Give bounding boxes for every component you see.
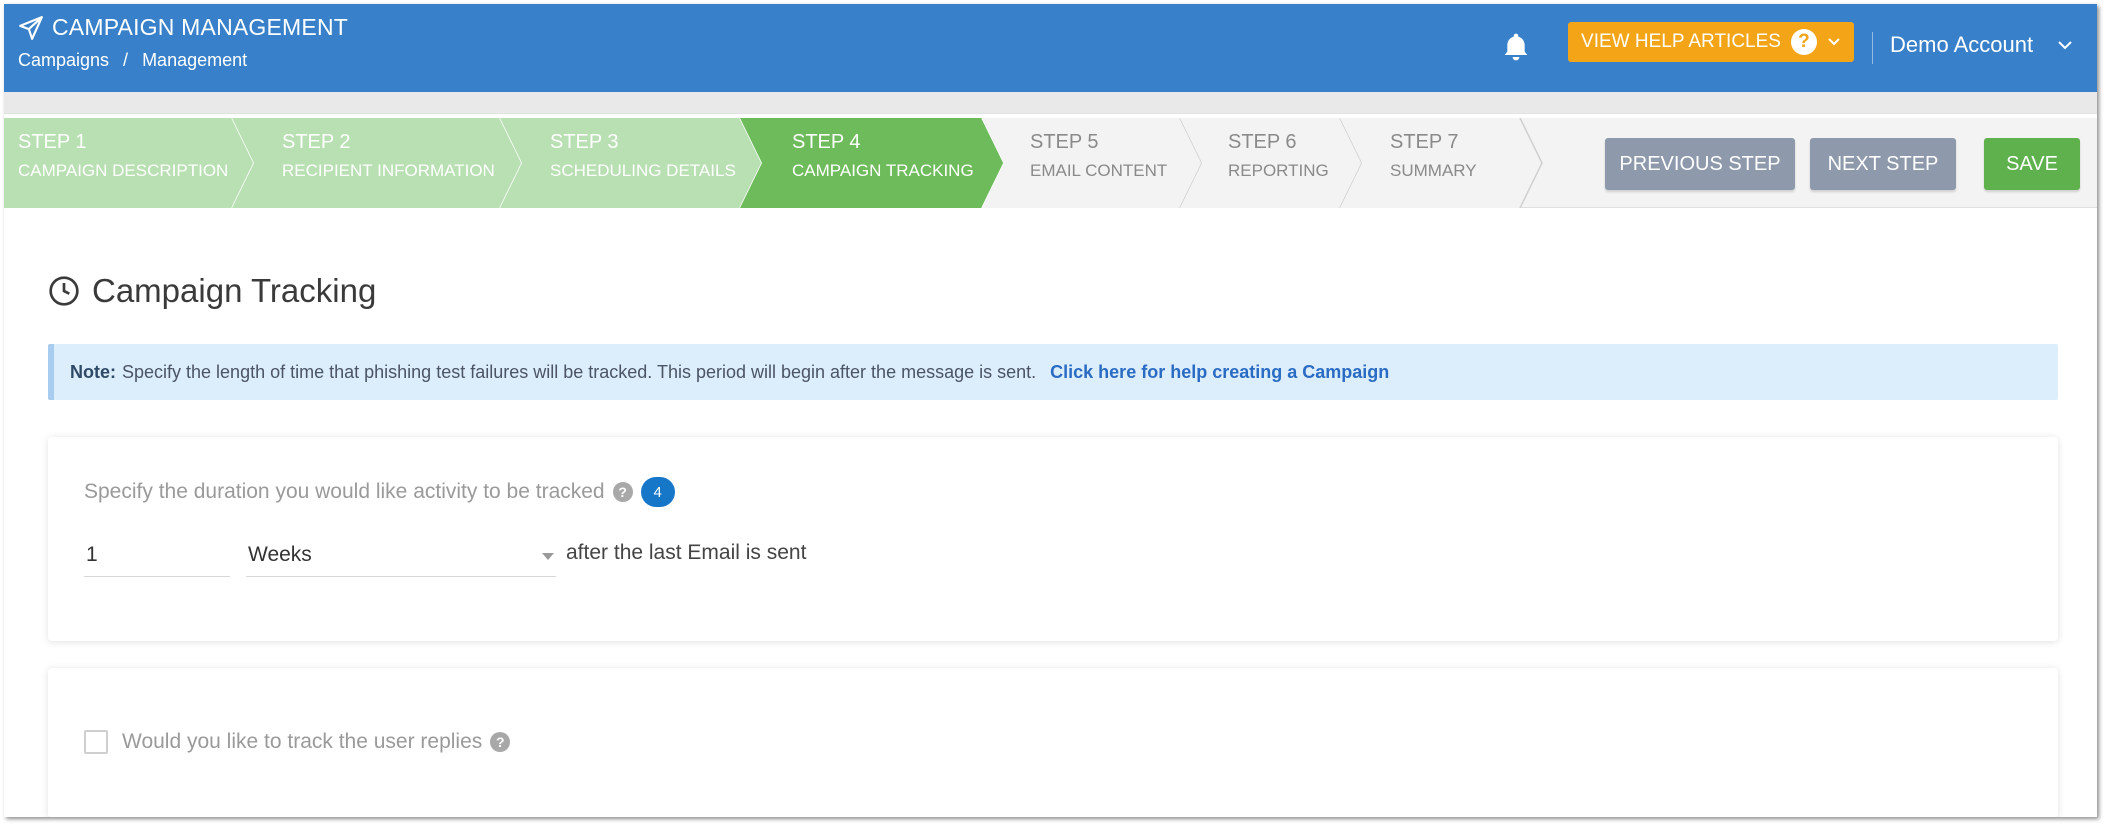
tracking-duration-card: Specify the duration you would like acti…	[48, 437, 2058, 641]
tracking-duration-label: Specify the duration you would like acti…	[84, 480, 605, 503]
step-1[interactable]: STEP 1 CAMPAIGN DESCRIPTION	[18, 132, 228, 179]
step-name: RECIPIENT INFORMATION	[282, 161, 495, 180]
step-5[interactable]: STEP 5 EMAIL CONTENT	[1030, 132, 1167, 179]
step-name: CAMPAIGN TRACKING	[792, 161, 974, 180]
paper-plane-icon	[19, 15, 43, 40]
note-text: Specify the length of time that phishing…	[122, 361, 1037, 382]
step-7[interactable]: STEP 7 SUMMARY	[1390, 132, 1477, 179]
note-label: Note:	[70, 361, 116, 382]
help-creating-campaign-link[interactable]: Click here for help creating a Campaign	[1050, 362, 1389, 383]
track-replies-label: Would you like to track the user replies	[122, 730, 483, 753]
step-number: STEP 3	[550, 131, 619, 153]
breadcrumb-separator: /	[123, 50, 129, 70]
help-button-label: VIEW HELP ARTICLES	[1581, 31, 1781, 52]
info-note: Note: Specify the length of time that ph…	[48, 344, 2058, 400]
app-window: CAMPAIGN MANAGEMENT Campaigns / Manageme…	[4, 4, 2097, 817]
page-title-text: Campaign Tracking	[92, 272, 377, 309]
bell-icon[interactable]	[1500, 30, 1532, 64]
next-step-button[interactable]: NEXT STEP	[1810, 138, 1956, 190]
step-number: STEP 7	[1390, 131, 1459, 153]
step-number: STEP 1	[18, 131, 87, 153]
step-number: STEP 5	[1030, 131, 1099, 153]
duration-unit-value: Weeks	[248, 542, 312, 566]
caret-down-icon	[542, 553, 554, 560]
step-name: REPORTING	[1228, 161, 1329, 180]
page-title: Campaign Tracking	[48, 272, 376, 310]
step-name: CAMPAIGN DESCRIPTION	[18, 161, 229, 180]
chevron-down-icon	[1828, 38, 1840, 46]
tracking-duration-question: Specify the duration you would like acti…	[84, 477, 675, 507]
app-title-text: CAMPAIGN MANAGEMENT	[52, 14, 349, 40]
duration-unit-select[interactable]: Weeks	[246, 533, 556, 577]
step-3[interactable]: STEP 3 SCHEDULING DETAILS	[550, 132, 736, 179]
step-name: EMAIL CONTENT	[1030, 161, 1168, 180]
step-number: STEP 6	[1228, 131, 1297, 153]
question-circle-icon: ?	[1790, 29, 1817, 55]
duration-suffix: after the last Email is sent	[566, 541, 807, 564]
account-name: Demo Account	[1890, 32, 2034, 57]
question-circle-icon[interactable]: ?	[612, 482, 633, 502]
step-name: SCHEDULING DETAILS	[550, 161, 736, 180]
chevron-down-icon	[2058, 41, 2072, 50]
clock-icon	[49, 276, 79, 306]
top-header: CAMPAIGN MANAGEMENT Campaigns / Manageme…	[4, 4, 2097, 92]
track-replies-card: Would you like to track the user replies…	[48, 668, 2058, 817]
header-strip	[4, 92, 2097, 114]
header-divider	[1872, 32, 1873, 64]
step-number: STEP 2	[282, 131, 351, 153]
step-4[interactable]: STEP 4 CAMPAIGN TRACKING	[792, 132, 974, 179]
save-button[interactable]: SAVE	[1984, 138, 2080, 190]
breadcrumb-campaigns[interactable]: Campaigns	[18, 50, 109, 71]
step-name: SUMMARY	[1390, 161, 1477, 180]
view-help-articles-button[interactable]: VIEW HELP ARTICLES ?	[1568, 22, 1854, 62]
question-circle-icon[interactable]: ?	[490, 732, 511, 752]
count-badge: 4	[640, 477, 675, 507]
duration-input[interactable]	[84, 533, 230, 577]
track-replies-checkbox[interactable]	[84, 730, 108, 754]
app-title: CAMPAIGN MANAGEMENT	[18, 14, 348, 41]
wizard-steps-bar: STEP 1 CAMPAIGN DESCRIPTION STEP 2 RECIPIEN…	[4, 118, 2097, 208]
track-replies-question: Would you like to track the user replies…	[122, 730, 511, 754]
previous-step-button[interactable]: PREVIOUS STEP	[1605, 138, 1795, 190]
steps-arrows	[4, 118, 1543, 208]
breadcrumb: Campaigns / Management	[18, 50, 247, 71]
step-6[interactable]: STEP 6 REPORTING	[1228, 132, 1329, 179]
account-menu[interactable]: Demo Account	[1890, 32, 2073, 58]
breadcrumb-management: Management	[142, 50, 248, 70]
step-2[interactable]: STEP 2 RECIPIENT INFORMATION	[282, 132, 495, 179]
step-number: STEP 4	[792, 131, 861, 153]
